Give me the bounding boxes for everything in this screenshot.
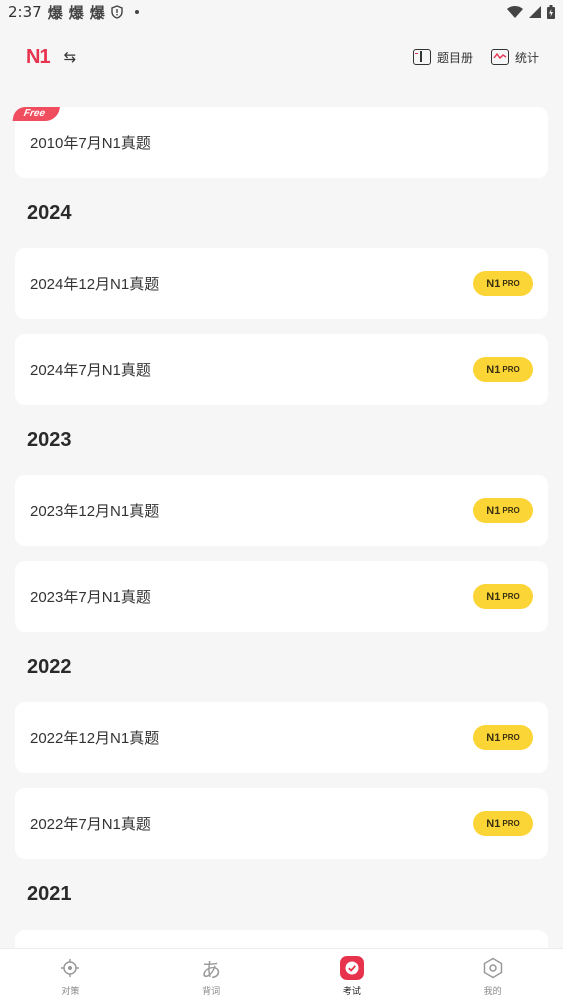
- paper-title: 2022年7月N1真题: [30, 816, 151, 833]
- bottom-nav: 对策 あ 背词 考试 我的: [0, 948, 563, 1001]
- paper-card[interactable]: 2023年7月N1真题 N1 PRO: [15, 561, 548, 632]
- pro-badge-level: N1: [486, 817, 501, 830]
- pro-badge-text: PRO: [502, 506, 520, 515]
- pro-badge-level: N1: [486, 590, 501, 603]
- top-bar: N1 ⇆ 题目册 统计: [0, 36, 563, 78]
- notification-icon: 爆: [47, 3, 63, 22]
- nav-profile-label: 我的: [483, 987, 502, 997]
- pro-badge-level: N1: [486, 363, 501, 376]
- paper-title: 2024年12月N1真题: [30, 276, 160, 293]
- exam-check-icon: [339, 955, 364, 981]
- nav-profile[interactable]: 我的: [422, 949, 563, 1001]
- target-icon: [60, 955, 80, 981]
- pro-badge: N1 PRO: [473, 498, 533, 523]
- free-tag: Free: [12, 107, 61, 121]
- pro-badge: N1 PRO: [473, 271, 533, 296]
- pro-badge-text: PRO: [502, 279, 520, 288]
- year-heading: 2022: [27, 655, 72, 678]
- nav-exam-label: 考试: [342, 987, 361, 997]
- pro-badge-level: N1: [486, 277, 501, 290]
- nav-exam[interactable]: 考试: [282, 949, 423, 1001]
- statistics-label: 统计: [514, 50, 539, 65]
- more-notifications-dot: [134, 10, 139, 14]
- level-selector-brand[interactable]: N1: [26, 46, 51, 69]
- exam-paper-list: Free 2010年7月N1真题 2024 2024年12月N1真题 N1 PRO…: [12, 107, 548, 929]
- paper-title: 2010年7月N1真题: [30, 135, 151, 152]
- shield-icon: [111, 5, 123, 19]
- year-heading: 2024: [27, 201, 72, 224]
- pro-badge-level: N1: [486, 731, 501, 744]
- paper-card[interactable]: 2022年7月N1真题 N1 PRO: [15, 788, 548, 859]
- paper-card[interactable]: 2022年12月N1真题 N1 PRO: [15, 702, 548, 773]
- top-actions: 题目册 统计: [412, 49, 539, 66]
- question-book-label: 题目册: [436, 50, 473, 65]
- nav-vocabulary-label: 背词: [202, 987, 221, 997]
- pro-badge-text: PRO: [502, 592, 520, 601]
- paper-card[interactable]: 2023年12月N1真题 N1 PRO: [15, 475, 548, 546]
- profile-hexagon-icon: [482, 955, 504, 981]
- pro-badge: N1 PRO: [473, 725, 533, 750]
- chart-icon: [490, 49, 509, 65]
- question-book-button[interactable]: 题目册: [412, 49, 473, 66]
- pro-badge-level: N1: [486, 504, 501, 517]
- paper-card[interactable]: 2024年7月N1真题 N1 PRO: [15, 334, 548, 405]
- nav-strategy[interactable]: 对策: [0, 949, 141, 1001]
- paper-title: 2024年7月N1真题: [30, 362, 151, 379]
- year-heading: 2023: [27, 428, 72, 451]
- paper-card-partial[interactable]: [15, 930, 548, 950]
- pro-badge: N1 PRO: [473, 811, 533, 836]
- paper-title: 2022年12月N1真题: [30, 730, 160, 747]
- paper-card[interactable]: 2024年12月N1真题 N1 PRO: [15, 248, 548, 319]
- pro-badge-text: PRO: [502, 733, 520, 742]
- hiragana-a-icon: あ: [201, 957, 222, 982]
- pro-badge-text: PRO: [502, 819, 520, 828]
- pro-badge: N1 PRO: [473, 357, 533, 382]
- nav-strategy-label: 对策: [61, 987, 80, 997]
- pro-badge: N1 PRO: [473, 584, 533, 609]
- battery-icon: [547, 5, 555, 19]
- pro-badge-text: PRO: [502, 365, 520, 374]
- free-paper-card[interactable]: Free 2010年7月N1真题: [12, 107, 548, 178]
- status-time: 2:37: [8, 3, 42, 21]
- swap-level-icon[interactable]: ⇆: [64, 48, 77, 66]
- notification-icon: 爆: [68, 3, 84, 22]
- wifi-icon: [507, 6, 523, 18]
- paper-title: 2023年12月N1真题: [30, 503, 160, 520]
- nav-vocabulary[interactable]: あ 背词: [141, 949, 282, 1001]
- year-heading: 2021: [27, 882, 72, 905]
- book-icon: [412, 49, 431, 65]
- status-bar: 2:37 爆 爆 爆: [0, 0, 563, 24]
- notification-icon: 爆: [89, 3, 105, 22]
- paper-title: 2023年7月N1真题: [30, 589, 151, 606]
- signal-icon: [529, 6, 541, 18]
- statistics-button[interactable]: 统计: [490, 49, 539, 66]
